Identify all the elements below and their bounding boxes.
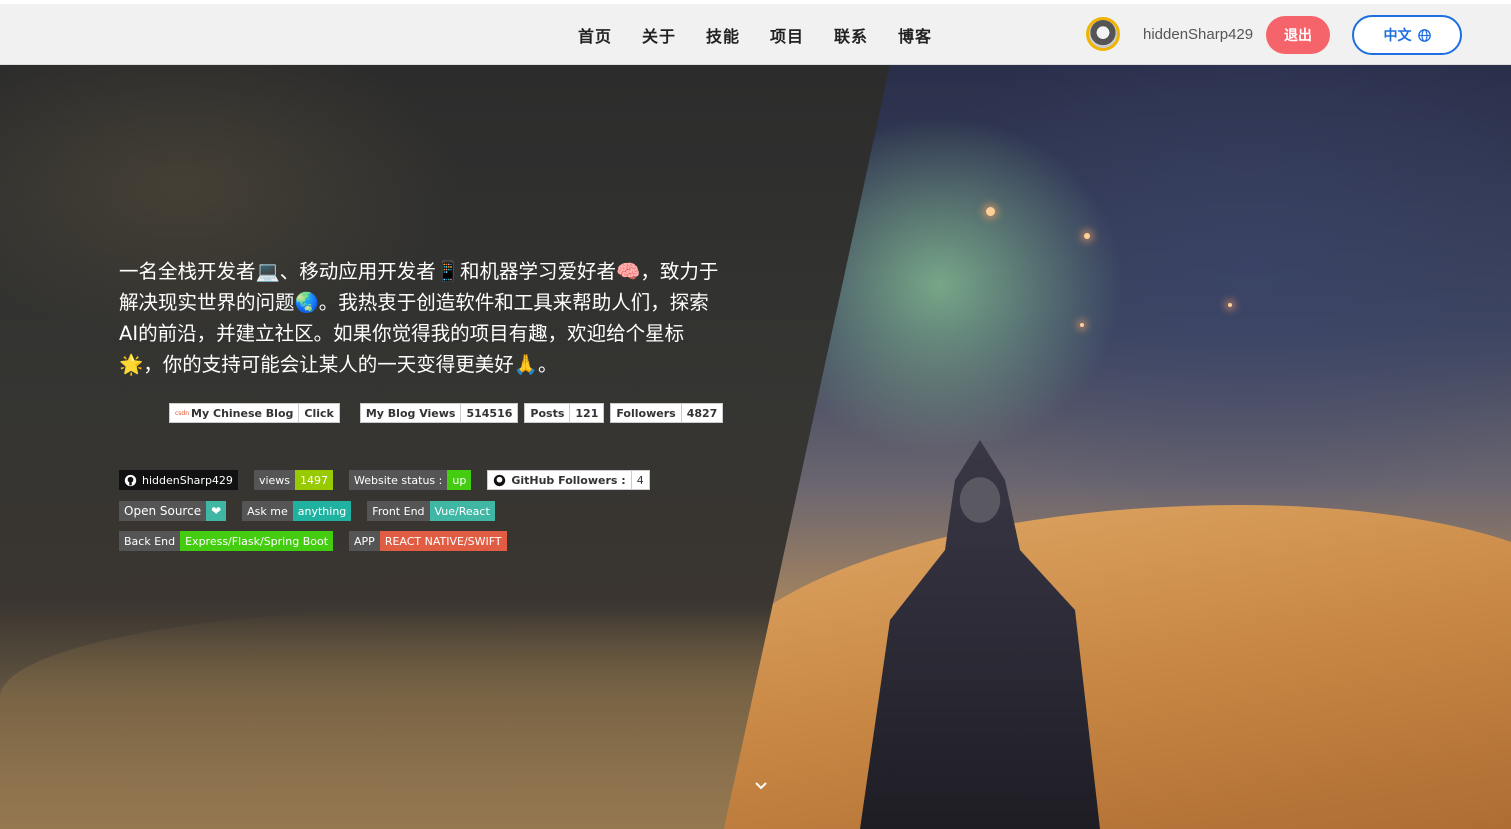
badge-value: anything — [292, 501, 352, 521]
badge-label: My Blog Views — [359, 403, 462, 423]
badge-label: Posts — [524, 403, 571, 423]
hero-section: 一名全栈开发者💻、移动应用开发者📱和机器学习爱好者🧠，致力于解决现实世界的问题🌏… — [0, 65, 1511, 829]
website-status-badge: Website status : up — [349, 470, 472, 490]
github-followers-badge[interactable]: GitHub Followers : 4 — [487, 470, 650, 490]
globe-icon — [1417, 28, 1431, 42]
star-glow — [1080, 323, 1084, 327]
badge-value: 121 — [570, 403, 605, 423]
nav-blog[interactable]: 博客 — [898, 23, 962, 47]
nav-contact[interactable]: 联系 — [834, 23, 898, 47]
main-nav: 首页 关于 技能 项目 联系 博客 — [578, 4, 962, 65]
badge-label: GitHub Followers : — [511, 473, 626, 487]
star-glow — [1228, 303, 1232, 307]
logout-button[interactable]: 退出 — [1266, 16, 1330, 54]
github-icon — [494, 474, 506, 486]
badge-label: My Chinese Blog — [191, 406, 294, 420]
nav-home[interactable]: 首页 — [578, 23, 642, 47]
badge-label: APP — [349, 531, 380, 551]
blog-stats-row: csdn My Chinese Blog Click My Blog Views … — [169, 403, 724, 423]
blog-followers-badge: Followers 4827 — [610, 403, 724, 423]
badge-value: 4827 — [681, 403, 724, 423]
blog-posts-badge: Posts 121 — [524, 403, 605, 423]
backend-badge: Back End Express/Flask/Spring Boot — [119, 531, 334, 551]
badge-value: Express/Flask/Spring Boot — [180, 531, 334, 551]
shields-row-3: Back End Express/Flask/Spring Boot APP R… — [119, 531, 507, 551]
badge-value: up — [447, 470, 472, 490]
badge-value: Click — [299, 403, 340, 423]
badge-label: hiddenSharp429 — [142, 473, 233, 487]
chevron-down-icon[interactable] — [754, 779, 768, 793]
top-navbar: 首页 关于 技能 项目 联系 博客 hiddenSharp429 退出 中文 — [0, 4, 1511, 65]
heart-icon: ❤ — [206, 501, 227, 521]
badge-label: Front End — [367, 501, 430, 521]
badge-value: Vue/React — [429, 501, 495, 521]
shields-row-1: hiddenSharp429 views 1497 Website status… — [119, 470, 650, 490]
open-source-badge: Open Source ❤ — [119, 501, 227, 521]
views-badge: views 1497 — [253, 470, 333, 490]
star-glow — [1084, 233, 1090, 239]
ask-me-badge: Ask me anything — [242, 501, 352, 521]
badge-value: 4 — [631, 470, 650, 490]
badge-value: REACT NATIVE/SWIFT — [379, 531, 507, 551]
csdn-logo: csdn — [175, 409, 190, 417]
blog-views-badge: My Blog Views 514516 — [359, 403, 519, 423]
intro-text: 一名全栈开发者💻、移动应用开发者📱和机器学习爱好者🧠，致力于解决现实世界的问题🌏… — [119, 260, 719, 376]
badge-label: Open Source — [119, 501, 207, 521]
language-button[interactable]: 中文 — [1352, 15, 1462, 55]
nav-skills[interactable]: 技能 — [706, 23, 770, 47]
app-badge: APP REACT NATIVE/SWIFT — [349, 531, 507, 551]
frontend-badge: Front End Vue/React — [367, 501, 495, 521]
badge-label: Website status : — [349, 470, 448, 490]
nav-about[interactable]: 关于 — [642, 23, 706, 47]
github-icon — [124, 474, 137, 486]
badge-value: 514516 — [461, 403, 519, 423]
badge-label: Ask me — [242, 501, 293, 521]
avatar[interactable] — [1086, 17, 1120, 51]
badge-label: Back End — [119, 531, 181, 551]
chinese-blog-badge[interactable]: csdn My Chinese Blog Click — [169, 403, 340, 423]
badge-value: 1497 — [295, 470, 333, 490]
language-label: 中文 — [1383, 27, 1412, 43]
badge-label: Followers — [610, 403, 682, 423]
github-user-badge[interactable]: hiddenSharp429 — [119, 470, 238, 490]
badge-label: views — [253, 470, 295, 490]
shields-row-2: Open Source ❤ Ask me anything Front End … — [119, 501, 495, 521]
username: hiddenSharp429 — [1143, 26, 1254, 43]
nav-projects[interactable]: 项目 — [770, 23, 834, 47]
star-glow — [986, 207, 995, 216]
